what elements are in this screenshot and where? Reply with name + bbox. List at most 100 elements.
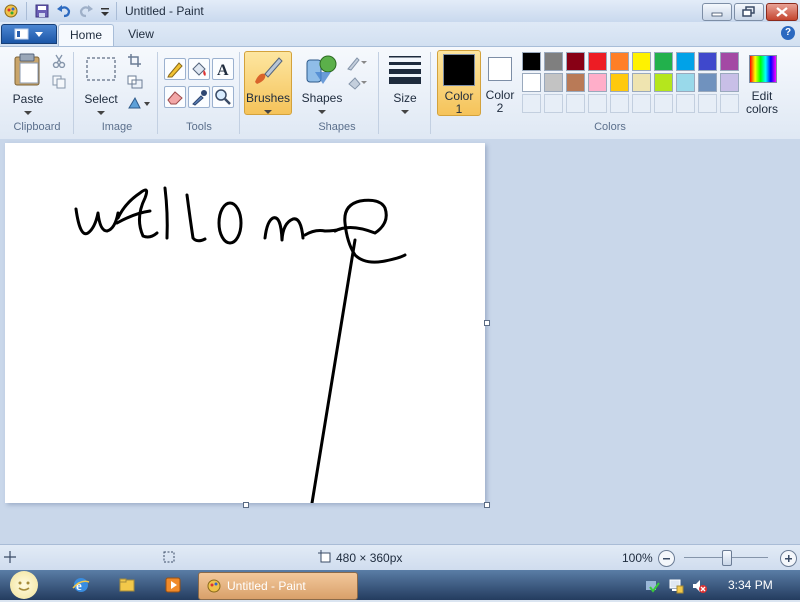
internet-explorer-icon[interactable]: e [72, 576, 90, 594]
paste-button[interactable]: Paste [10, 52, 46, 115]
palette-swatch[interactable] [522, 73, 541, 92]
palette-custom-slot[interactable] [544, 94, 563, 113]
brushes-button[interactable]: Brushes [244, 51, 292, 115]
redo-icon[interactable] [78, 3, 94, 19]
shapes-label: Shapes [301, 91, 343, 105]
customize-qat-icon[interactable] [98, 3, 114, 19]
shapes-button[interactable]: Shapes [301, 52, 343, 114]
network-icon[interactable] [668, 578, 684, 594]
edit-colors-button[interactable]: Edit colors [744, 52, 780, 116]
file-explorer-icon[interactable] [118, 576, 136, 594]
save-icon[interactable] [34, 3, 50, 19]
size-button[interactable]: Size [386, 52, 424, 114]
palette-custom-slot[interactable] [698, 94, 717, 113]
canvas-resize-handle-corner[interactable] [484, 502, 490, 508]
palette-swatch[interactable] [676, 73, 695, 92]
palette-swatch[interactable] [632, 73, 651, 92]
canvas-resize-handle-bottom[interactable] [243, 502, 249, 508]
palette-swatch[interactable] [654, 73, 673, 92]
image-group-label: Image [101, 121, 133, 133]
color1-button[interactable]: Color 1 [437, 50, 481, 116]
media-player-icon[interactable] [164, 576, 182, 594]
select-label: Select [84, 92, 118, 106]
rainbow-icon [749, 55, 777, 83]
canvas-resize-handle-right[interactable] [484, 320, 490, 326]
tab-home[interactable]: Home [58, 24, 114, 46]
tab-view[interactable]: View [118, 24, 164, 45]
edit-colors-label-2: colors [745, 102, 778, 116]
taskbar-paint-button[interactable]: Untitled - Paint [198, 572, 358, 600]
group-divider [239, 52, 240, 134]
palette-swatch[interactable] [544, 73, 563, 92]
start-button[interactable] [10, 571, 38, 599]
magnifier-icon[interactable] [212, 86, 234, 108]
eraser-icon[interactable] [164, 86, 186, 108]
palette-swatch[interactable] [588, 52, 607, 71]
palette-swatch[interactable] [522, 52, 541, 71]
zoom-out-button[interactable] [658, 550, 675, 567]
shapes-group-label: Shapes [318, 121, 356, 133]
clipboard-group-label: Clipboard [13, 121, 61, 133]
crop-icon[interactable] [127, 54, 143, 68]
palette-swatch[interactable] [698, 73, 717, 92]
resize-icon[interactable] [127, 75, 143, 89]
palette-custom-slot[interactable] [720, 94, 739, 113]
action-center-icon[interactable] [644, 578, 660, 594]
group-divider [378, 52, 379, 134]
palette-swatch[interactable] [610, 73, 629, 92]
color2-number: 2 [496, 101, 504, 115]
color1-label: Color [444, 89, 474, 103]
palette-swatch[interactable] [720, 52, 739, 71]
fill-bucket-icon[interactable] [188, 58, 210, 80]
rotate-icon[interactable] [127, 96, 151, 110]
help-icon[interactable]: ? [781, 26, 795, 40]
palette-swatch[interactable] [720, 73, 739, 92]
paint-app-icon[interactable] [3, 3, 19, 19]
restore-button[interactable] [734, 3, 764, 21]
palette-swatch[interactable] [654, 52, 673, 71]
color2-button[interactable]: Color 2 [482, 52, 518, 115]
selection-size-icon [162, 550, 176, 564]
close-button[interactable] [766, 3, 798, 21]
volume-muted-icon[interactable] [691, 578, 707, 594]
drawing-canvas[interactable] [5, 143, 485, 505]
palette-custom-slot[interactable] [654, 94, 673, 113]
copy-icon[interactable] [52, 75, 66, 89]
fill-icon[interactable] [346, 75, 368, 91]
pencil-icon[interactable] [164, 58, 186, 80]
cut-icon[interactable] [52, 54, 66, 69]
palette-swatch[interactable] [632, 52, 651, 71]
select-button[interactable]: Select [83, 52, 119, 115]
palette-swatch[interactable] [610, 52, 629, 71]
zoom-in-button[interactable] [780, 550, 797, 567]
color2-label: Color [485, 88, 515, 102]
color-picker-icon[interactable] [188, 86, 210, 108]
palette-swatch[interactable] [588, 73, 607, 92]
palette-custom-slot[interactable] [610, 94, 629, 113]
minimize-button[interactable] [702, 3, 732, 21]
palette-custom-slot[interactable] [588, 94, 607, 113]
palette-custom-slot[interactable] [632, 94, 651, 113]
palette-swatch[interactable] [698, 52, 717, 71]
size-label: Size [393, 91, 417, 105]
canvas-size-icon [318, 550, 332, 564]
palette-swatch[interactable] [676, 52, 695, 71]
palette-custom-slot[interactable] [522, 94, 541, 113]
brushes-label: Brushes [245, 91, 291, 105]
outline-icon[interactable] [346, 55, 368, 71]
zoom-slider-thumb[interactable] [722, 550, 732, 566]
application-menu-button[interactable] [1, 24, 57, 44]
svg-text:A: A [217, 62, 229, 79]
color1-swatch [443, 54, 475, 86]
group-divider [73, 52, 74, 134]
undo-icon[interactable] [56, 3, 72, 19]
palette-swatch[interactable] [566, 52, 585, 71]
palette-custom-slot[interactable] [676, 94, 695, 113]
title-bar [0, 0, 800, 23]
palette-custom-slot[interactable] [566, 94, 585, 113]
palette-swatch[interactable] [544, 52, 563, 71]
palette-swatch[interactable] [566, 73, 585, 92]
taskbar-paint-label: Untitled - Paint [227, 579, 306, 593]
cursor-position-icon [4, 551, 16, 563]
text-tool-icon[interactable]: A [212, 58, 234, 80]
